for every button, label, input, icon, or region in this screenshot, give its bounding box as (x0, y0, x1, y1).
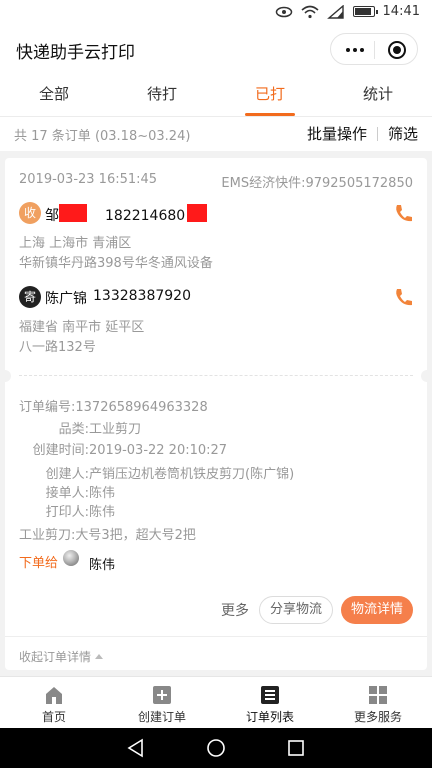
status-time: 14:41 (382, 4, 420, 19)
eye-icon (275, 6, 292, 17)
more-dots-icon[interactable] (346, 48, 364, 52)
detail-printer: 打印人:陈伟 (19, 501, 115, 520)
nav-label: 订单列表 (245, 710, 294, 724)
capsule-divider (374, 41, 375, 59)
nav-label: 首页 (41, 710, 66, 724)
detail-creator: 创建人:产销压边机卷筒机铁皮剪刀(陈广锦) (19, 463, 295, 482)
logistics-detail-button[interactable]: 物流详情 (340, 596, 413, 624)
nav-item-more-services[interactable]: 更多服务 (324, 677, 432, 728)
collapse-label: 收起订单详情 (19, 650, 92, 664)
signal-icon (326, 4, 344, 19)
sender-name: 陈广锦 (45, 291, 87, 307)
order-actions: 更多 分享物流 物流详情 (221, 596, 413, 624)
app-header: 快递助手云打印 (0, 26, 432, 72)
caret-up-icon (95, 654, 104, 659)
detail-value: 产销压边机卷筒机铁皮剪刀(陈广锦) (89, 467, 295, 482)
receiver-block: 收 邹 182214680 上海 上海市 青浦区 华新镇华丹路398号华冬通风设… (19, 202, 413, 272)
redaction-mark (59, 204, 87, 222)
target-icon[interactable] (388, 41, 406, 59)
dashed-divider (19, 375, 413, 376)
system-nav-bar (0, 728, 432, 768)
summary-row: 共 17 条订单 (03.18~03.24) 批量操作 筛选 (0, 117, 432, 151)
carrier-tracking: EMS经济快件:9792505172850 (221, 176, 413, 191)
sender-address-line2: 八一路132号 (19, 340, 96, 355)
receiver-name-text: 邹 (45, 208, 59, 224)
detail-label: 品类: (58, 422, 89, 437)
tab-pending[interactable]: 待打 (108, 72, 216, 116)
nav-label: 创建订单 (137, 710, 186, 724)
detail-value: 工业剪刀 (89, 422, 142, 437)
battery-icon (352, 6, 378, 17)
receiver-name: 邹 (45, 204, 87, 225)
back-icon[interactable] (126, 738, 146, 758)
receiver-phone-text: 182214680 (105, 208, 186, 224)
receiver-badge: 收 (19, 202, 41, 224)
order-note: 工业剪刀:大号3把，超大号2把 (19, 528, 196, 543)
sender-address-line1: 福建省 南平市 延平区 (19, 320, 145, 335)
nav-item-create-order[interactable]: 创建订单 (108, 677, 216, 728)
batch-operation-button[interactable]: 批量操作 (307, 123, 367, 144)
detail-value: 陈伟 (89, 505, 116, 520)
recent-apps-icon[interactable] (287, 738, 305, 758)
phone-icon[interactable] (393, 202, 413, 224)
add-order-icon (153, 686, 171, 704)
nav-item-home[interactable]: 首页 (0, 677, 108, 728)
phone-icon[interactable] (393, 286, 413, 308)
detail-created-time: 创建时间:2019-03-22 20:10:27 (19, 439, 227, 458)
detail-label: 打印人: (45, 505, 89, 520)
receiver-phone: 182214680 (105, 204, 208, 224)
home-icon (46, 687, 62, 704)
assignee-name: 陈伟 (89, 558, 116, 573)
order-datetime: 2019-03-23 16:51:45 (19, 172, 158, 187)
receiver-address-line2: 华新镇华丹路398号华冬通风设备 (19, 256, 213, 271)
home-circle-icon[interactable] (206, 738, 226, 758)
order-list-icon (261, 686, 279, 704)
sender-phone: 13328387920 (93, 288, 191, 304)
detail-category: 品类:工业剪刀 (19, 418, 141, 437)
tab-printed[interactable]: 已打 (216, 72, 324, 116)
ticket-notch-left (0, 370, 11, 382)
filter-button[interactable]: 筛选 (388, 123, 418, 144)
mini-program-capsule (330, 33, 418, 65)
detail-label: 订单编号: (19, 400, 76, 415)
detail-label: 接单人: (45, 486, 89, 501)
receiver-address-line1: 上海 上海市 青浦区 (19, 236, 132, 251)
detail-value: 2019-03-22 20:10:27 (89, 443, 228, 458)
sender-block: 寄 陈广锦 13328387920 福建省 南平市 延平区 八一路132号 (19, 286, 413, 356)
nav-item-order-list[interactable]: 订单列表 (216, 677, 324, 728)
more-button[interactable]: 更多 (221, 600, 249, 620)
page-title: 快递助手云打印 (16, 43, 135, 63)
sender-badge: 寄 (19, 286, 41, 308)
bottom-nav: 首页 创建订单 订单列表 更多服务 (0, 676, 432, 728)
tab-statistics[interactable]: 统计 (324, 72, 432, 116)
detail-receiver-staff: 接单人:陈伟 (19, 482, 115, 501)
share-logistics-button[interactable]: 分享物流 (258, 596, 333, 624)
detail-label: 创建人: (45, 467, 89, 482)
collapse-divider (5, 636, 427, 637)
avatar (63, 550, 79, 566)
ticket-notch-right (421, 370, 432, 382)
detail-order-number: 订单编号:1372658964963328 (19, 396, 208, 415)
order-count-text: 共 17 条订单 (03.18~03.24) (14, 129, 191, 144)
tab-all[interactable]: 全部 (0, 72, 108, 116)
assign-row: 下单给 陈伟 (19, 550, 115, 573)
wifi-icon (301, 5, 319, 18)
detail-value: 1372658964963328 (75, 400, 208, 415)
assign-label[interactable]: 下单给 (19, 556, 58, 571)
redaction-mark (187, 204, 208, 222)
nav-label: 更多服务 (353, 710, 402, 724)
order-tabs: 全部 待打 已打 统计 (0, 72, 432, 116)
collapse-details-toggle[interactable]: 收起订单详情 (19, 648, 104, 665)
detail-value: 陈伟 (89, 486, 116, 501)
order-card: 2019-03-23 16:51:45 EMS经济快件:979250517285… (0, 158, 432, 670)
status-bar: 14:41 (0, 0, 432, 26)
actions-divider (376, 126, 378, 141)
grid-icon (369, 686, 387, 704)
detail-label: 创建时间: (32, 443, 89, 458)
